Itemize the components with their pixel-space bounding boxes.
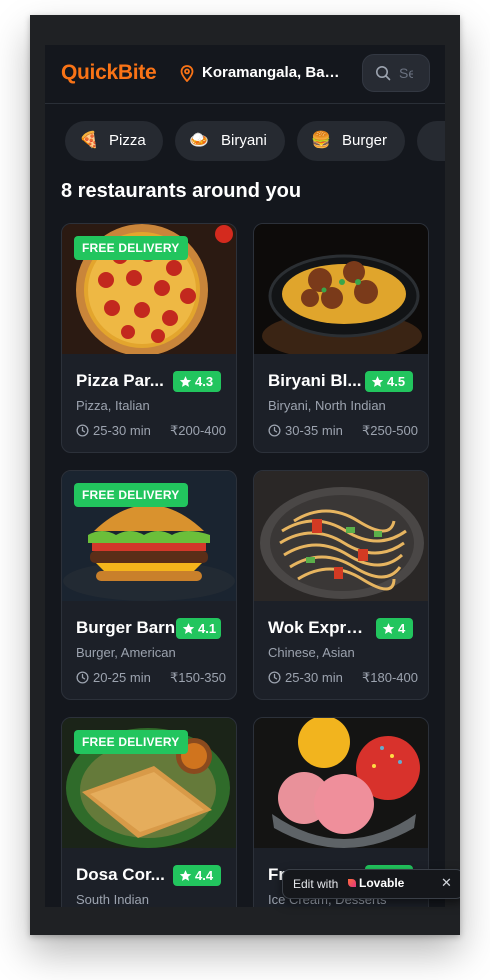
star-icon — [382, 623, 395, 634]
clock-icon — [268, 424, 281, 437]
location-text: Koramangala, Ban... — [202, 64, 342, 81]
search-icon — [376, 66, 391, 81]
section-title: 8 restaurants around you — [61, 180, 302, 202]
restaurant-name: Dosa Cor... — [76, 865, 165, 884]
category-label: Pizza — [109, 132, 146, 149]
app-screen: QuickBite Koramangala, Ban... Se 🍕 Pizza… — [45, 45, 445, 907]
restaurant-card[interactable]: FREE DELIVERY Dosa Cor... 4.4 South Indi… — [61, 717, 237, 907]
rating-value: 4.1 — [198, 621, 217, 636]
restaurant-name: Pizza Par... — [76, 371, 164, 390]
burger-icon: 🍔 — [311, 132, 331, 149]
edit-with-label: Edit with — [293, 877, 339, 891]
lovable-brand: Lovable — [359, 876, 405, 890]
clock-icon — [268, 671, 281, 684]
lovable-edit-pill[interactable]: Edit with Lovable ✕ — [282, 869, 460, 899]
restaurant-image-dosa: FREE DELIVERY — [62, 718, 236, 848]
restaurant-cuisine: South Indian — [76, 892, 150, 907]
delivery-time: 25-30 min — [285, 670, 343, 685]
rating-value: 4.5 — [387, 374, 406, 389]
restaurant-cuisine: Biryani, North Indian — [268, 398, 386, 413]
rating-value: 4 — [398, 621, 406, 636]
restaurant-image-ice-cream — [254, 718, 428, 848]
app-header: QuickBite Koramangala, Ban... Se — [45, 45, 445, 104]
price-range: ₹200-400 — [170, 423, 226, 438]
category-chip-burger[interactable]: 🍔 Burger — [297, 121, 405, 161]
free-delivery-badge: FREE DELIVERY — [74, 730, 188, 754]
rating-value: 4.3 — [195, 374, 214, 389]
price-range: ₹250-500 — [362, 423, 418, 438]
restaurant-card[interactable]: Wok Express 4 Chinese, Asian 25-30 min ₹… — [253, 470, 429, 700]
clock-icon — [76, 671, 89, 684]
restaurant-cuisine: Chinese, Asian — [268, 645, 355, 660]
restaurant-name: Wok Express — [268, 618, 366, 637]
category-bar: 🍕 Pizza 🍛 Biryani 🍔 Burger — [65, 121, 445, 161]
clock-icon — [76, 424, 89, 437]
app-logo[interactable]: QuickBite — [61, 61, 157, 85]
restaurant-meta: 20-25 min ₹150-350 — [76, 670, 226, 686]
restaurant-cuisine: Pizza, Italian — [76, 398, 150, 413]
lovable-logo-icon — [348, 879, 356, 887]
restaurant-card[interactable]: Biryani Bl... 4.5 Biryani, North Indian … — [253, 223, 429, 453]
category-label: Burger — [342, 132, 388, 149]
free-delivery-badge: FREE DELIVERY — [74, 483, 188, 507]
delivery-time: 25-30 min — [93, 423, 151, 438]
restaurant-meta: 30-35 min ₹250-500 — [268, 423, 418, 439]
location-pin-icon — [180, 65, 194, 82]
close-icon[interactable]: ✕ — [441, 875, 452, 891]
delivery-time: 20-25 min — [93, 670, 151, 685]
restaurant-card[interactable]: FREE DELIVERY Burger Barn 4.1 Burger, Am… — [61, 470, 237, 700]
category-label: Biryani — [221, 132, 267, 149]
price-range: ₹150-350 — [170, 670, 226, 685]
restaurant-image-burger: FREE DELIVERY — [62, 471, 236, 601]
rating-badge: 4 — [376, 618, 413, 639]
rating-badge: 4.1 — [176, 618, 221, 639]
restaurant-name: Biryani Bl... — [268, 371, 362, 390]
rating-badge: 4.5 — [365, 371, 413, 392]
restaurant-meta: 25-30 min ₹200-400 — [76, 423, 226, 439]
restaurant-image-biryani — [254, 224, 428, 354]
search-input[interactable]: Se — [362, 54, 430, 92]
free-delivery-badge: FREE DELIVERY — [74, 236, 188, 260]
restaurant-image-pizza: FREE DELIVERY — [62, 224, 236, 354]
star-icon — [179, 376, 192, 387]
category-chip-biryani[interactable]: 🍛 Biryani — [175, 121, 285, 161]
star-icon — [179, 870, 192, 881]
rating-badge: 4.4 — [173, 865, 221, 886]
restaurant-name: Burger Barn — [76, 618, 176, 637]
device-frame: QuickBite Koramangala, Ban... Se 🍕 Pizza… — [30, 15, 460, 935]
restaurant-meta: 25-30 min ₹180-400 — [268, 670, 418, 686]
search-placeholder: Se — [399, 65, 413, 81]
biryani-icon: 🍛 — [189, 132, 209, 149]
restaurant-cuisine: Burger, American — [76, 645, 176, 660]
rating-value: 4.4 — [195, 868, 214, 883]
location-selector[interactable]: Koramangala, Ban... — [180, 63, 342, 85]
pizza-icon: 🍕 — [79, 132, 99, 149]
star-icon — [182, 623, 195, 634]
delivery-time: 30-35 min — [285, 423, 343, 438]
restaurant-image-noodles — [254, 471, 428, 601]
rating-badge: 4.3 — [173, 371, 221, 392]
restaurant-card[interactable]: FREE DELIVERY Pizza Par... 4.3 Pizza, It… — [61, 223, 237, 453]
price-range: ₹180-400 — [362, 670, 418, 685]
category-chip-more[interactable] — [417, 121, 445, 161]
category-chip-pizza[interactable]: 🍕 Pizza — [65, 121, 163, 161]
star-icon — [371, 376, 384, 387]
